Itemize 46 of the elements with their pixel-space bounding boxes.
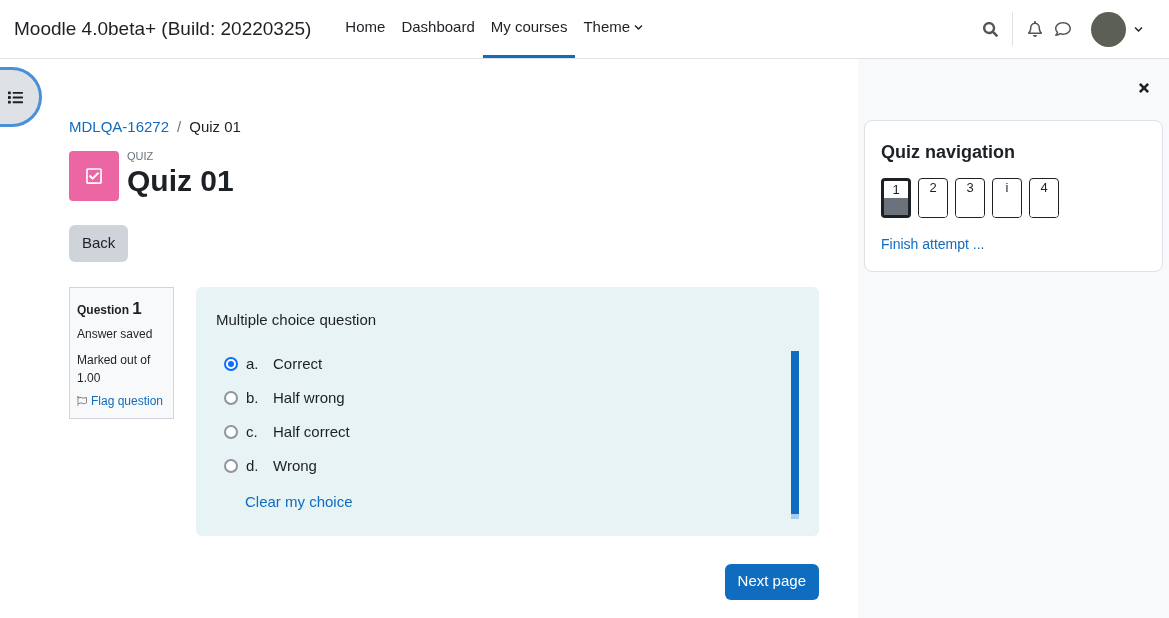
option-text: Half correct xyxy=(273,421,350,442)
breadcrumb-link[interactable]: MDLQA-16272 xyxy=(69,116,170,139)
flag-question-link[interactable]: Flag question xyxy=(77,392,166,410)
option-text: Half wrong xyxy=(273,387,345,408)
option-text: Correct xyxy=(273,353,323,374)
nav-link[interactable]: Dashboard xyxy=(393,0,483,58)
question-mark: Marked out of 1.00 xyxy=(77,352,152,387)
option-text: Wrong xyxy=(273,455,317,476)
question-nav-button[interactable]: 3 xyxy=(955,178,985,218)
question-number: Question 1 xyxy=(77,297,143,320)
breadcrumb-separator: / xyxy=(177,117,182,137)
radio-button[interactable] xyxy=(224,425,238,439)
option-letter: c. xyxy=(246,421,259,442)
back-button[interactable]: Back xyxy=(69,224,129,262)
question-prompt: Multiple choice question xyxy=(216,309,378,330)
question-nav-button[interactable]: i xyxy=(992,178,1022,218)
option-letter: b. xyxy=(246,387,260,408)
close-icon[interactable] xyxy=(1137,81,1151,95)
question-nav-button[interactable]: 1 xyxy=(881,178,911,218)
radio-button[interactable] xyxy=(224,391,238,405)
page-title: Quiz 01 xyxy=(127,163,234,200)
clear-choice-link[interactable]: Clear my choice xyxy=(245,491,353,514)
question-nav-button[interactable]: 4 xyxy=(1029,178,1059,218)
radio-button[interactable] xyxy=(224,459,238,473)
site-name: Moodle 4.0beta+ (Build: 20220325) xyxy=(14,16,312,41)
search-icon[interactable] xyxy=(983,21,998,37)
radio-button[interactable] xyxy=(224,357,238,371)
list-icon xyxy=(8,89,23,105)
chevron-icon[interactable] xyxy=(1134,24,1143,34)
bell-icon[interactable] xyxy=(1027,21,1043,37)
finish-attempt-link[interactable]: Finish attempt ... xyxy=(881,234,1146,255)
next-page-button[interactable]: Next page xyxy=(724,563,819,600)
breadcrumb-current: Quiz 01 xyxy=(189,117,241,137)
nav-link[interactable]: My courses xyxy=(482,0,576,58)
activity-type: QUIZ xyxy=(127,151,155,163)
card-title: Quiz navigation xyxy=(881,141,1016,164)
option-letter: d. xyxy=(246,455,260,476)
option-letter: a. xyxy=(246,353,260,374)
avatar[interactable] xyxy=(1091,11,1126,47)
nav-link[interactable]: Theme xyxy=(575,0,652,58)
question-nav-button[interactable]: 2 xyxy=(918,178,948,218)
quiz-icon xyxy=(69,150,119,201)
nav-link[interactable]: Home xyxy=(337,0,394,58)
flag-icon xyxy=(77,396,87,406)
chat-icon[interactable] xyxy=(1055,21,1071,37)
question-status: Answer saved xyxy=(77,326,154,343)
